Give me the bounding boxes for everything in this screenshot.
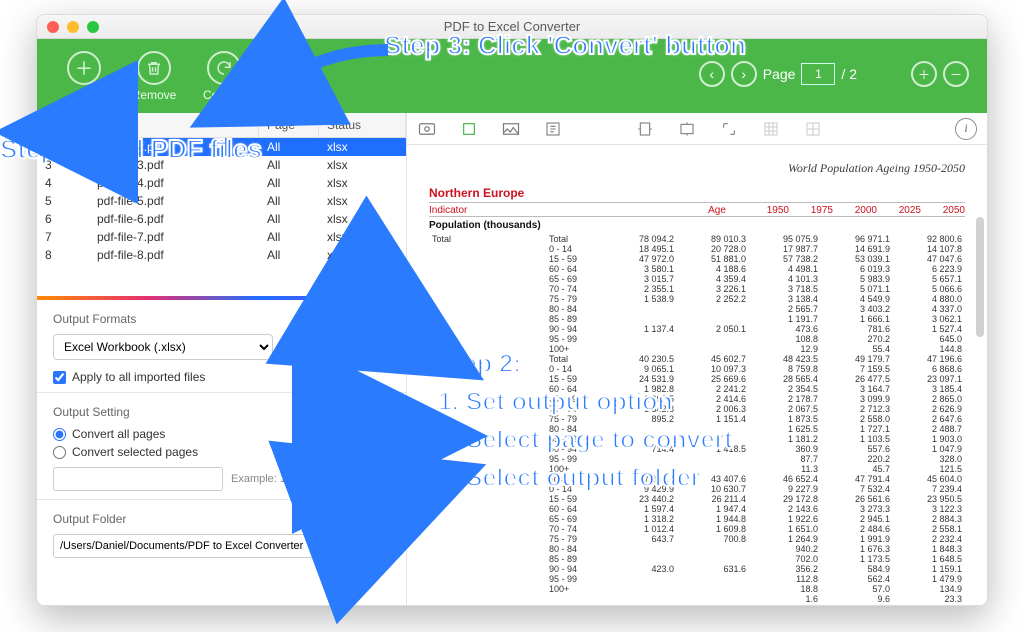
col-status[interactable]: Status [319,113,406,137]
trash-icon [137,51,171,85]
convert-all-row[interactable]: Convert all pages [53,427,390,441]
reveal-folder-button[interactable] [330,534,356,558]
apply-all-row[interactable]: Apply to all imported files [53,370,390,384]
data-table: MaleTotal37 863.743 407.646 652.447 791.… [429,474,965,604]
app-window: PDF to Excel Converter ＋ Add Remove Conv… [36,14,988,606]
zoom-in-button[interactable]: ＋ [911,61,937,87]
year-1975: 1975 [789,205,833,216]
table-row[interactable]: 2pdf-file-2.pdfAllxlsx [37,138,406,156]
output-setting-title: Output Setting [53,405,390,419]
zoom-controls: ＋ － [911,61,969,87]
col-name[interactable]: Name [89,113,259,137]
remove-label: Remove [132,88,177,102]
table-row[interactable]: 5pdf-file-5.pdfAllxlsx [37,192,406,210]
output-format-select[interactable]: Excel Workbook (.xlsx) [53,334,273,360]
page-number-input[interactable] [801,63,835,85]
page-label: Page [763,66,796,82]
actual-size-icon[interactable] [719,119,739,139]
region-name: Northern Europe [429,186,965,203]
convert-selected-row[interactable]: Convert selected pages [53,445,390,459]
add-button[interactable]: ＋ Add [49,51,119,102]
layout-icon[interactable] [803,119,823,139]
preview-document[interactable]: World Population Ageing 1950-2050 Northe… [407,145,987,605]
content-area: Index Name Page Status 2pdf-file-2.pdfAl… [37,113,987,605]
year-2000: 2000 [833,205,877,216]
year-1950: 1950 [745,205,789,216]
convert-selected-label: Convert selected pages [72,445,198,459]
left-panel: Index Name Page Status 2pdf-file-2.pdfAl… [37,113,407,605]
refresh-icon [207,51,241,85]
crop-icon[interactable] [459,119,479,139]
grid-icon[interactable] [761,119,781,139]
output-formats-panel: Output Formats Excel Workbook (.xlsx) Ap… [37,300,406,393]
table-row[interactable]: 8pdf-file-8.pdfAllxlsx [37,246,406,264]
preview-scrollbar[interactable] [976,217,984,337]
year-2025: 2025 [877,205,921,216]
indicator-header: Indicator Age 1950 1975 2000 2025 2050 [429,205,965,217]
preview-toolbar: i [407,113,987,145]
ocr-icon[interactable] [543,119,563,139]
col-index[interactable]: Index [37,113,89,137]
output-folder-title: Output Folder [53,512,390,526]
fit-page-icon[interactable] [677,119,697,139]
table-row[interactable]: 7pdf-file-7.pdfAllxlsx [37,228,406,246]
data-table: TotalTotal78 094.289 010.395 075.996 971… [429,234,965,354]
apply-all-label: Apply to all imported files [72,370,205,384]
page-range-input[interactable] [53,467,223,491]
table-row[interactable]: 3pdf-file-3.pdfAllxlsx [37,156,406,174]
image-icon[interactable] [501,119,521,139]
page-navigation: ‹ › Page / 2 [699,61,857,87]
output-setting-panel: Output Setting Convert all pages Convert… [37,393,406,500]
page-total: / 2 [841,66,857,82]
settings-gear-icon[interactable] [283,336,305,358]
convert-selected-radio[interactable] [53,446,66,459]
population-header: Population (thousands) [429,217,965,234]
window-title: PDF to Excel Converter [37,19,987,34]
titlebar: PDF to Excel Converter [37,15,987,39]
table-row[interactable]: 6pdf-file-6.pdfAllxlsx [37,210,406,228]
fit-width-icon[interactable] [635,119,655,139]
zoom-out-button[interactable]: － [943,61,969,87]
file-table-body[interactable]: 2pdf-file-2.pdfAllxlsx3pdf-file-3.pdfAll… [37,138,406,296]
plus-icon: ＋ [67,51,101,85]
output-folder-panel: Output Folder [37,500,406,566]
info-icon[interactable]: i [955,118,977,140]
preview-panel: i World Population Ageing 1950-2050 Nort… [407,113,987,605]
remove-button[interactable]: Remove [119,51,189,102]
main-toolbar: ＋ Add Remove Convert ‹ › Page / 2 ＋ － [37,39,987,113]
year-2050: 2050 [921,205,965,216]
choose-folder-button[interactable] [364,534,390,558]
select-text-icon[interactable] [417,119,437,139]
output-formats-title: Output Formats [53,312,390,326]
output-folder-input[interactable] [53,534,322,558]
age-header: Age [689,205,745,216]
file-table-header: Index Name Page Status [37,113,406,138]
col-page[interactable]: Page [259,113,319,137]
convert-label: Convert [203,88,245,102]
page-range-example: Example: 1,3-5,10 [231,473,320,485]
convert-button[interactable]: Convert [189,51,259,102]
page-prev-button[interactable]: ‹ [699,61,725,87]
table-row[interactable]: 4pdf-file-4.pdfAllxlsx [37,174,406,192]
indicator-label: Indicator [429,205,689,216]
convert-all-radio[interactable] [53,428,66,441]
convert-all-label: Convert all pages [72,427,165,441]
apply-all-checkbox[interactable] [53,371,66,384]
doc-title: World Population Ageing 1950-2050 [429,161,965,176]
page-next-button[interactable]: › [731,61,757,87]
add-label: Add [73,88,94,102]
data-table: FemaleTotal40 230.545 602.748 423.549 17… [429,354,965,474]
